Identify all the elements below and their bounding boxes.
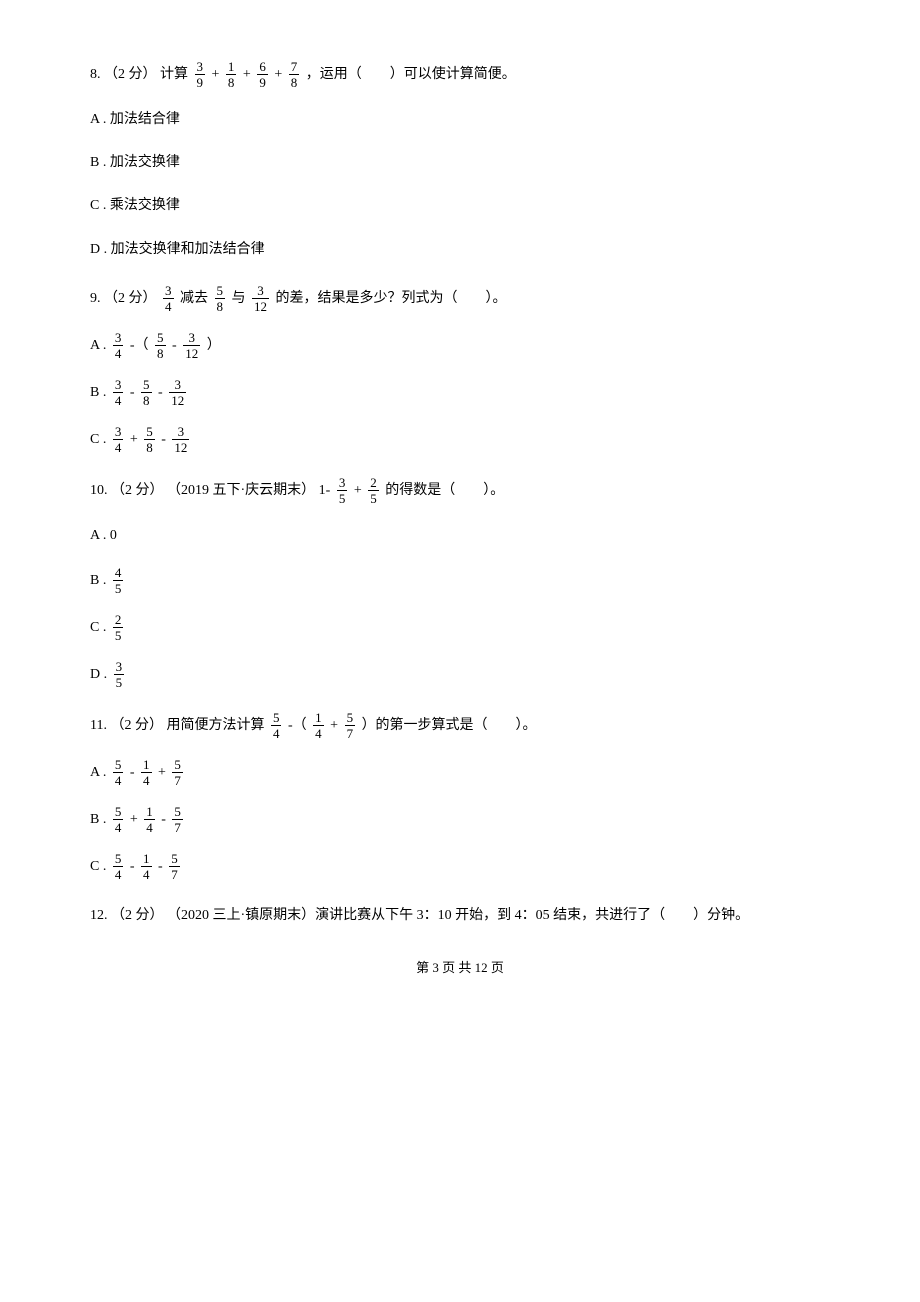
fraction: 57 — [172, 758, 183, 787]
fraction: 58 — [141, 378, 152, 407]
fraction-5-7: 57 — [345, 711, 356, 740]
q8-num: 8. （2 分） 计算 — [90, 62, 192, 87]
q9-tail: 的差，结果是多少？列式为（ ）。 — [272, 286, 507, 311]
q11-option-b: B . 54 + 14 - 57 — [90, 805, 830, 834]
fraction-7-8: 78 — [289, 60, 300, 89]
q8-option-a: A . 加法结合律 — [90, 107, 830, 132]
fraction: 14 — [141, 758, 152, 787]
fraction-3-4: 34 — [163, 284, 174, 313]
fraction: 14 — [141, 852, 152, 881]
q9-option-a: A . 34 -（ 58 - 312 ） — [90, 331, 830, 360]
fraction-5-4: 54 — [271, 711, 282, 740]
fraction: 312 — [183, 331, 200, 360]
q10-option-b: B . 45 — [90, 566, 830, 595]
fraction-3-9: 39 — [195, 60, 206, 89]
fraction: 57 — [169, 852, 180, 881]
question-10: 10. （2 分） （2019 五下·庆云期末） 1- 35 + 25 的得数是… — [90, 476, 830, 689]
question-11: 11. （2 分） 用简便方法计算 54 -（ 14 + 57 ）的第一步算式是… — [90, 711, 830, 881]
fraction-3-12: 312 — [252, 284, 269, 313]
q9-mid1: 减去 — [177, 286, 212, 311]
fraction-2-5: 25 — [368, 476, 379, 505]
page-footer: 第 3 页 共 12 页 — [90, 956, 830, 979]
q12-text: 12. （2 分） （2020 三上·镇原期末）演讲比赛从下午 3：10 开始，… — [90, 903, 749, 928]
q11-tail: ）的第一步算式是（ ）。 — [358, 713, 537, 738]
page-number: 第 3 页 共 12 页 — [416, 960, 504, 975]
plus: + — [208, 62, 223, 87]
q9-num: 9. （2 分） — [90, 286, 160, 311]
q10-num: 10. （2 分） （2019 五下·庆云期末） — [90, 478, 319, 503]
plus: + — [271, 62, 286, 87]
fraction-3-5: 35 — [114, 660, 125, 689]
q8-stem: 8. （2 分） 计算 39 + 18 + 69 + 78 ，运用（ ）可以使计… — [90, 60, 830, 89]
question-12: 12. （2 分） （2020 三上·镇原期末）演讲比赛从下午 3：10 开始，… — [90, 903, 830, 928]
q10-option-a: A . 0 — [90, 523, 830, 548]
fraction-1-8: 18 — [226, 60, 237, 89]
fraction-5-8: 58 — [215, 284, 226, 313]
q11-option-a: A . 54 - 14 + 57 — [90, 758, 830, 787]
fraction: 312 — [172, 425, 189, 454]
q11-num: 11. （2 分） 用简便方法计算 — [90, 713, 268, 738]
q9-stem: 9. （2 分） 34 减去 58 与 312 的差，结果是多少？列式为（ ）。 — [90, 284, 830, 313]
fraction: 34 — [113, 331, 124, 360]
q9-option-b: B . 34 - 58 - 312 — [90, 378, 830, 407]
q10-tail: 的得数是（ ）。 — [382, 478, 505, 503]
q11-stem: 11. （2 分） 用简便方法计算 54 -（ 14 + 57 ）的第一步算式是… — [90, 711, 830, 740]
q10-option-d: D . 35 — [90, 660, 830, 689]
fraction: 14 — [144, 805, 155, 834]
q12-stem: 12. （2 分） （2020 三上·镇原期末）演讲比赛从下午 3：10 开始，… — [90, 903, 830, 928]
fraction: 34 — [113, 378, 124, 407]
fraction: 54 — [113, 852, 124, 881]
fraction-2-5: 25 — [113, 613, 124, 642]
fraction-3-5: 35 — [337, 476, 348, 505]
question-9: 9. （2 分） 34 减去 58 与 312 的差，结果是多少？列式为（ ）。… — [90, 284, 830, 454]
fraction-4-5: 45 — [113, 566, 124, 595]
q8-option-d: D . 加法交换律和加法结合律 — [90, 237, 830, 262]
q10-option-c: C . 25 — [90, 613, 830, 642]
q11-option-c: C . 54 - 14 - 57 — [90, 852, 830, 881]
fraction: 58 — [144, 425, 155, 454]
q9-option-c: C . 34 + 58 - 312 — [90, 425, 830, 454]
fraction: 57 — [172, 805, 183, 834]
question-8: 8. （2 分） 计算 39 + 18 + 69 + 78 ，运用（ ）可以使计… — [90, 60, 830, 262]
fraction: 312 — [169, 378, 186, 407]
fraction: 54 — [113, 758, 124, 787]
q8-tail: ，运用（ ）可以使计算简便。 — [302, 62, 516, 87]
fraction-1-4: 14 — [313, 711, 324, 740]
q10-stem: 10. （2 分） （2019 五下·庆云期末） 1- 35 + 25 的得数是… — [90, 476, 830, 505]
fraction: 58 — [155, 331, 166, 360]
fraction: 34 — [113, 425, 124, 454]
plus: + — [239, 62, 254, 87]
fraction: 54 — [113, 805, 124, 834]
fraction-6-9: 69 — [257, 60, 268, 89]
q9-mid2: 与 — [228, 286, 249, 311]
q8-option-b: B . 加法交换律 — [90, 150, 830, 175]
q8-option-c: C . 乘法交换律 — [90, 193, 830, 218]
